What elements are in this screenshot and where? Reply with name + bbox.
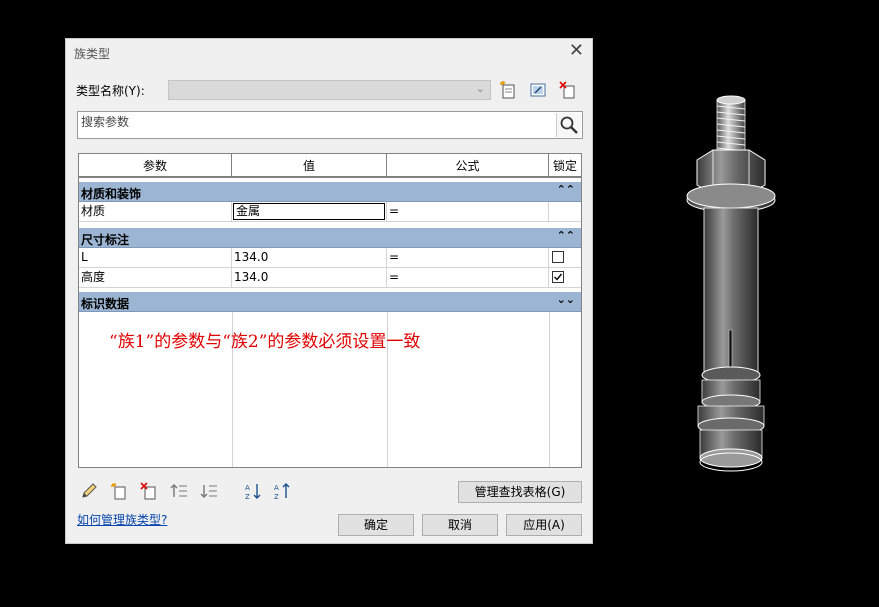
expand-icon[interactable]: ⌄⌄ bbox=[557, 293, 575, 306]
param-name: 材质 bbox=[79, 202, 232, 221]
column-divider bbox=[549, 312, 550, 467]
apply-button[interactable]: 应用(A) bbox=[506, 514, 582, 536]
cancel-button[interactable]: 取消 bbox=[422, 514, 498, 536]
param-lock-empty bbox=[549, 202, 581, 221]
lock-checkbox-checked[interactable] bbox=[552, 271, 564, 283]
column-header-formula[interactable]: 公式 bbox=[387, 154, 549, 178]
parameter-grid: 参数 值 公式 锁定 材质和装饰 ⌃⌃ 材质 金属 = 尺寸标注 ⌃⌃ L 13… bbox=[78, 153, 582, 468]
group-header-materials[interactable]: 材质和装饰 ⌃⌃ bbox=[79, 182, 581, 202]
param-lock bbox=[549, 248, 581, 267]
group-title: 尺寸标注 bbox=[81, 233, 130, 247]
delete-type-icon[interactable] bbox=[559, 81, 577, 99]
group-header-dimensions[interactable]: 尺寸标注 ⌃⌃ bbox=[79, 228, 581, 248]
search-button[interactable] bbox=[556, 113, 581, 137]
move-up-icon[interactable] bbox=[170, 482, 188, 500]
close-icon[interactable]: ✕ bbox=[569, 42, 584, 60]
rename-type-icon[interactable] bbox=[529, 81, 547, 99]
new-type-icon[interactable] bbox=[499, 81, 517, 99]
search-icon bbox=[560, 116, 578, 134]
table-row: 材质 金属 = bbox=[79, 202, 581, 222]
annotation-text: “族1”的参数与“族2”的参数必须设置一致 bbox=[109, 332, 421, 352]
group-title: 标识数据 bbox=[81, 297, 130, 311]
group-title: 材质和装饰 bbox=[81, 187, 142, 201]
manage-lookup-tables-button[interactable]: 管理查找表格(G) bbox=[458, 481, 582, 503]
table-row: L 134.0 = bbox=[79, 248, 581, 268]
param-formula[interactable]: = bbox=[387, 202, 549, 221]
svg-text:Z: Z bbox=[245, 493, 250, 500]
sort-ascending-icon[interactable]: A Z bbox=[244, 482, 262, 500]
svg-text:A: A bbox=[245, 484, 250, 492]
param-formula[interactable]: = bbox=[387, 268, 549, 287]
svg-text:Z: Z bbox=[274, 493, 279, 500]
param-value[interactable]: 134.0 bbox=[232, 268, 387, 287]
collapse-icon[interactable]: ⌃⌃ bbox=[557, 229, 575, 242]
param-name: 高度 bbox=[79, 268, 232, 287]
new-parameter-icon[interactable] bbox=[110, 482, 128, 500]
material-value-field[interactable]: 金属 bbox=[233, 203, 385, 220]
search-parameters-input[interactable]: 搜索参数 bbox=[77, 111, 583, 139]
search-placeholder: 搜索参数 bbox=[81, 115, 130, 129]
dialog-title: 族类型 bbox=[74, 47, 111, 61]
checkmark-icon bbox=[554, 273, 563, 281]
svg-text:A: A bbox=[274, 484, 279, 492]
help-link[interactable]: 如何管理族类型? bbox=[77, 511, 167, 528]
group-header-identity-data[interactable]: 标识数据 ⌄⌄ bbox=[79, 292, 581, 312]
param-value[interactable]: 134.0 bbox=[232, 248, 387, 267]
family-types-dialog: 族类型 ✕ 类型名称(Y): ⌄ 搜索参数 参数 值 公式 锁定 材质和装饰 ⌃… bbox=[65, 38, 593, 544]
column-header-parameter[interactable]: 参数 bbox=[79, 154, 232, 178]
ok-button[interactable]: 确定 bbox=[338, 514, 414, 536]
edit-pencil-icon[interactable] bbox=[80, 482, 98, 500]
param-name: L bbox=[79, 248, 232, 267]
type-name-dropdown[interactable]: ⌄ bbox=[168, 80, 491, 100]
lock-checkbox[interactable] bbox=[552, 251, 564, 263]
anchor-bolt-preview bbox=[686, 95, 776, 472]
move-down-icon[interactable] bbox=[200, 482, 218, 500]
table-row: 高度 134.0 = bbox=[79, 268, 581, 288]
param-formula[interactable]: = bbox=[387, 248, 549, 267]
chevron-down-icon: ⌄ bbox=[475, 82, 485, 95]
column-header-value[interactable]: 值 bbox=[232, 154, 387, 178]
param-value[interactable]: 金属 bbox=[232, 202, 387, 221]
param-lock bbox=[549, 268, 581, 287]
type-name-label: 类型名称(Y): bbox=[76, 84, 145, 98]
sort-descending-icon[interactable]: A Z bbox=[273, 482, 291, 500]
collapse-icon[interactable]: ⌃⌃ bbox=[557, 183, 575, 196]
delete-parameter-icon[interactable] bbox=[140, 482, 158, 500]
column-header-lock[interactable]: 锁定 bbox=[549, 154, 581, 178]
